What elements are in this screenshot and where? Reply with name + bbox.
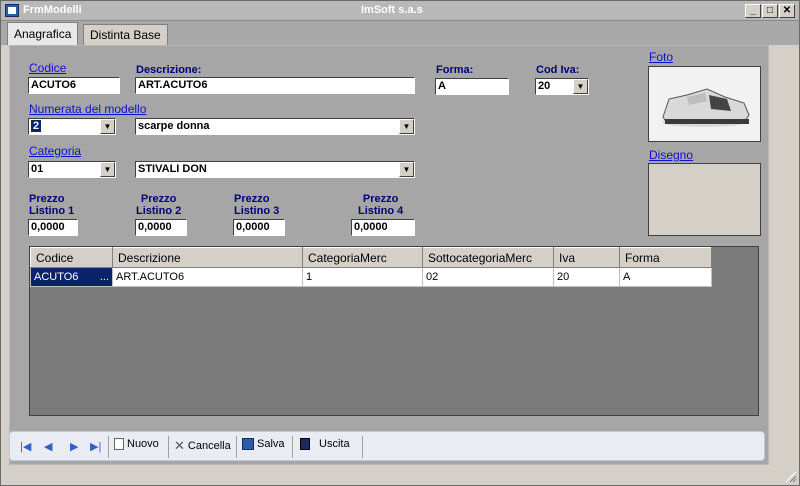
uscita-button[interactable]: Uscita [300, 438, 350, 450]
uscita-label: Uscita [319, 438, 350, 450]
codiva-label: Cod Iva: [536, 64, 580, 76]
delete-icon: ✕ [174, 438, 185, 453]
foto-link[interactable]: Foto [649, 50, 673, 64]
numerata-value: 2 [31, 120, 42, 132]
prezzo4-label: Prezzo Listino 4 [358, 193, 404, 217]
toolbar-separator [108, 436, 109, 458]
col-forma[interactable]: Forma [619, 247, 712, 268]
cancella-label: Cancella [187, 440, 231, 452]
prezzo3-label: Prezzo Listino 3 [234, 193, 280, 217]
new-document-icon [114, 438, 124, 450]
tab-distinta-base[interactable]: Distinta Base [83, 24, 168, 45]
toolbar-separator [168, 436, 169, 458]
toolbar-separator [236, 436, 237, 458]
codice-link[interactable]: Codice [29, 61, 66, 75]
categoria-value: 01 [31, 163, 44, 175]
numerata-combo[interactable]: 2 ▼ [28, 118, 116, 135]
prezzo2-field[interactable]: 0,0000 [135, 219, 187, 236]
grid-header-row: Codice Descrizione CategoriaMerc Sottoca… [30, 247, 712, 268]
nuovo-label: Nuovo [127, 438, 159, 450]
company-title: ImSoft s.a.s [361, 4, 423, 16]
col-categoriamerc[interactable]: CategoriaMerc [302, 247, 423, 268]
chevron-down-icon[interactable]: ▼ [100, 162, 115, 177]
chevron-down-icon[interactable]: ▼ [100, 119, 115, 134]
disegno-link[interactable]: Disegno [649, 148, 693, 162]
cell-sottocategoriamerc[interactable]: 02 [422, 267, 554, 287]
col-descrizione[interactable]: Descrizione [112, 247, 303, 268]
forma-field[interactable]: A [435, 78, 509, 95]
numerata-link[interactable]: Numerata del modello [29, 102, 146, 116]
app-icon [5, 4, 19, 17]
col-sottocategoriamerc[interactable]: SottocategoriaMerc [422, 247, 554, 268]
cell-codice[interactable]: ACUTO6... [30, 267, 113, 287]
last-record-icon[interactable]: ▶| [90, 440, 101, 453]
cell-iva[interactable]: 20 [553, 267, 620, 287]
prezzo3-field[interactable]: 0,0000 [233, 219, 285, 236]
models-table: Codice Descrizione CategoriaMerc Sottoca… [30, 247, 712, 287]
nuovo-button[interactable]: Nuovo [114, 438, 159, 450]
col-iva[interactable]: Iva [553, 247, 620, 268]
salva-button[interactable]: Salva [242, 438, 285, 450]
main-window: FrmModelli ImSoft s.a.s _ □ ✕ Anagrafica… [0, 0, 800, 486]
col-codice[interactable]: Codice [30, 247, 113, 268]
resize-grip-icon[interactable] [785, 471, 797, 483]
disegno-image[interactable] [648, 163, 761, 236]
codice-field[interactable]: ACUTO6 [28, 77, 120, 94]
prezzo2-label: Prezzo Listino 2 [136, 193, 182, 217]
bottom-toolbar: |◀ ◀ ▶ ▶| Nuovo ✕ Cancella Salva Uscita [9, 431, 765, 461]
exit-icon [300, 438, 310, 450]
next-record-icon[interactable]: ▶ [70, 440, 78, 453]
chevron-down-icon[interactable]: ▼ [399, 119, 414, 134]
numerata-desc-value: scarpe donna [138, 120, 210, 132]
cell-descrizione[interactable]: ART.ACUTO6 [112, 267, 303, 287]
toolbar-separator [362, 436, 363, 458]
save-icon [242, 438, 254, 450]
categoria-desc-value: STIVALI DON [138, 163, 207, 175]
numerata-desc-combo[interactable]: scarpe donna ▼ [135, 118, 415, 135]
models-grid[interactable]: Codice Descrizione CategoriaMerc Sottoca… [29, 246, 759, 416]
descrizione-label: Descrizione: [136, 64, 202, 76]
cell-categoriamerc[interactable]: 1 [302, 267, 423, 287]
cell-forma[interactable]: A [619, 267, 712, 287]
ellipsis-button[interactable]: ... [100, 271, 109, 283]
first-record-icon[interactable]: |◀ [20, 440, 31, 453]
forma-label: Forma: [436, 64, 474, 76]
codiva-value: 20 [538, 80, 551, 92]
cancella-button[interactable]: ✕ Cancella [174, 438, 231, 454]
chevron-down-icon[interactable]: ▼ [573, 79, 588, 94]
tab-strip: Anagrafica Distinta Base [1, 21, 799, 45]
descrizione-field[interactable]: ART.ACUTO6 [135, 77, 415, 94]
close-button[interactable]: ✕ [779, 4, 795, 18]
prezzo4-field[interactable]: 0,0000 [351, 219, 415, 236]
minimize-button[interactable]: _ [745, 4, 761, 18]
table-row[interactable]: ACUTO6... ART.ACUTO6 1 02 20 A [30, 267, 712, 287]
tab-anagrafica[interactable]: Anagrafica [7, 22, 79, 45]
window-title: FrmModelli [23, 4, 82, 16]
salva-label: Salva [257, 438, 285, 450]
chevron-down-icon[interactable]: ▼ [399, 162, 414, 177]
foto-image[interactable] [648, 66, 761, 142]
toolbar-separator [292, 436, 293, 458]
categoria-desc-combo[interactable]: STIVALI DON ▼ [135, 161, 415, 178]
categoria-link[interactable]: Categoria [29, 144, 81, 158]
shoe-image-icon [649, 67, 760, 141]
previous-record-icon[interactable]: ◀ [44, 440, 52, 453]
title-bar: FrmModelli ImSoft s.a.s _ □ ✕ [1, 1, 799, 21]
prezzo1-field[interactable]: 0,0000 [28, 219, 78, 236]
categoria-combo[interactable]: 01 ▼ [28, 161, 116, 178]
prezzo1-label: Prezzo Listino 1 [29, 193, 75, 217]
codiva-combo[interactable]: 20 ▼ [535, 78, 589, 95]
maximize-button[interactable]: □ [762, 4, 778, 18]
